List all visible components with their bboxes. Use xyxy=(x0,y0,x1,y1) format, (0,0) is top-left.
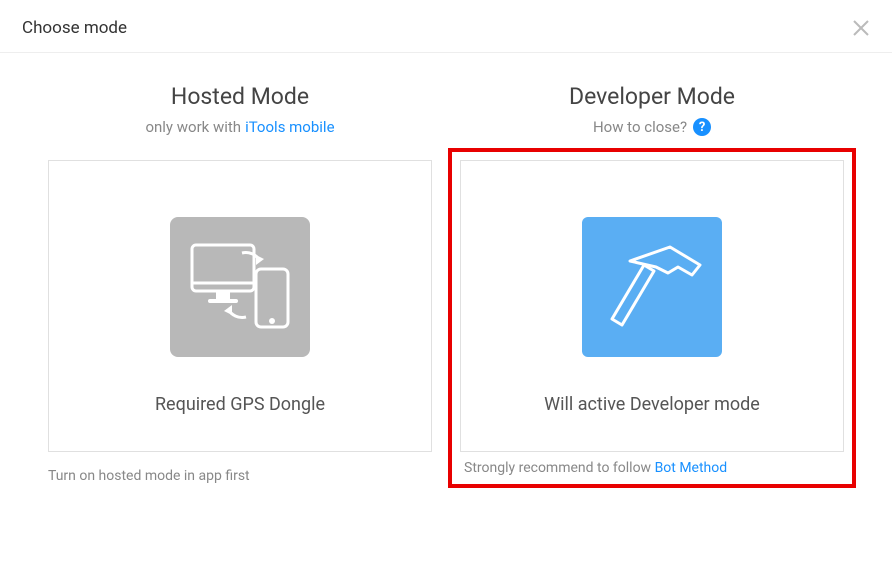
developer-subtitle-text: How to close? xyxy=(593,118,687,136)
close-icon xyxy=(852,19,870,37)
hosted-subtitle-text: only work with xyxy=(145,118,241,136)
help-icon[interactable]: ? xyxy=(693,118,711,136)
hosted-mode-panel: Hosted Mode only work with iTools mobile xyxy=(48,83,432,484)
developer-footer-text: Strongly recommend to follow xyxy=(464,460,651,476)
hosted-mode-title: Hosted Mode xyxy=(48,83,432,110)
dialog-header: Choose mode xyxy=(0,0,892,53)
developer-mode-subtitle: How to close? ? xyxy=(460,118,844,136)
hammer-icon xyxy=(582,217,722,361)
hosted-mode-card[interactable]: Required GPS Dongle xyxy=(48,160,432,452)
developer-mode-title: Developer Mode xyxy=(460,83,844,110)
developer-footer: Strongly recommend to follow Bot Method xyxy=(460,460,844,476)
hosted-mode-subtitle: only work with iTools mobile xyxy=(48,118,432,136)
developer-mode-panel: Developer Mode How to close? ? xyxy=(460,83,844,484)
highlighted-selection: Will active Developer mode Strongly reco… xyxy=(448,148,856,488)
hosted-footer-text: Turn on hosted mode in app first xyxy=(48,468,432,484)
developer-card-label: Will active Developer mode xyxy=(544,394,760,415)
devices-sync-icon xyxy=(170,217,310,361)
close-button[interactable] xyxy=(852,19,870,37)
developer-mode-card[interactable]: Will active Developer mode xyxy=(460,160,844,452)
bot-method-link[interactable]: Bot Method xyxy=(655,460,728,476)
itools-mobile-link[interactable]: iTools mobile xyxy=(245,118,334,136)
hosted-card-label: Required GPS Dongle xyxy=(155,394,325,415)
dialog-content: Hosted Mode only work with iTools mobile xyxy=(0,53,892,514)
dialog-title: Choose mode xyxy=(22,18,127,38)
